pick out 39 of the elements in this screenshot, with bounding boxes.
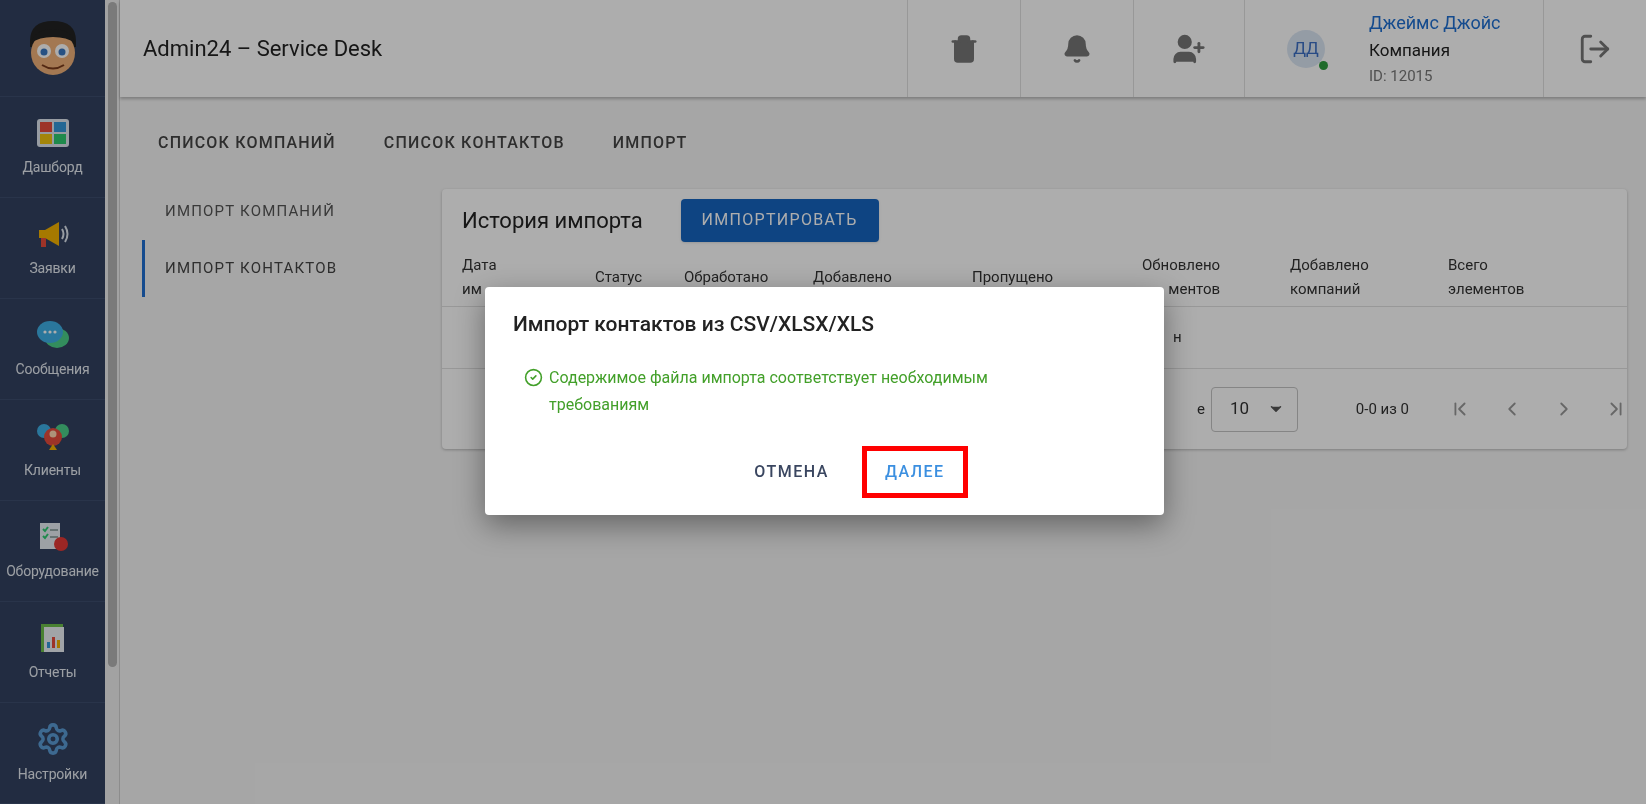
column-header: Добавлено bbox=[813, 266, 892, 288]
column-header: Статус bbox=[595, 266, 643, 288]
column-header: Добавлено bbox=[1290, 254, 1369, 276]
column-header: элементов bbox=[1448, 278, 1525, 300]
column-header: Обновлено bbox=[1142, 254, 1221, 276]
sidebar-item[interactable]: Дашборд bbox=[0, 97, 105, 198]
app-title: Admin24 – Service Desk bbox=[143, 35, 383, 63]
import-button[interactable]: ИМПОРТИРОВАТЬ bbox=[680, 198, 879, 242]
user-name[interactable]: Джеймс Джойс bbox=[1369, 9, 1501, 36]
table-cell-text: н bbox=[1173, 327, 1182, 349]
rows-per-page-label: е bbox=[1197, 398, 1205, 420]
card-title: История импорта bbox=[462, 206, 643, 235]
side-tab[interactable]: ИМПОРТ КОМПАНИЙ bbox=[142, 183, 442, 240]
column-header: Дата bbox=[462, 254, 497, 276]
dashboard-icon bbox=[34, 116, 71, 149]
success-check-icon bbox=[524, 367, 543, 387]
pagination-range: 0-0 из 0 bbox=[1355, 398, 1409, 420]
column-header: ментов bbox=[1168, 278, 1221, 300]
column-header: им bbox=[462, 278, 482, 300]
column-header: Обработано bbox=[684, 266, 769, 288]
cancel-button[interactable]: ОТМЕНА bbox=[731, 445, 852, 498]
gear-icon bbox=[35, 721, 70, 756]
dialog-title: Импорт контактов из CSV/XLSX/XLS bbox=[513, 311, 875, 338]
chat-bubbles-icon bbox=[34, 318, 71, 351]
trash-icon[interactable] bbox=[949, 33, 979, 64]
column-header: компаний bbox=[1290, 278, 1361, 300]
next-button[interactable]: ДАЛЕЕ bbox=[861, 445, 968, 498]
bell-icon[interactable] bbox=[1062, 33, 1092, 64]
column-header: Всего bbox=[1448, 254, 1488, 276]
user-avatar[interactable]: ДД bbox=[1287, 29, 1325, 68]
tab[interactable]: ИМПОРТ bbox=[612, 131, 688, 155]
column-header: Пропущено bbox=[972, 266, 1054, 288]
validation-message: Содержимое файла импорта соответствует необходимым требованиям bbox=[549, 366, 989, 416]
scrollbar[interactable] bbox=[105, 0, 120, 804]
rows-per-page-select[interactable]: 10 bbox=[1210, 386, 1298, 432]
company-name: Компания bbox=[1369, 38, 1451, 62]
user-id: ID: 12015 bbox=[1369, 65, 1434, 87]
tab[interactable]: СПИСОК КОМПАНИЙ bbox=[158, 131, 336, 155]
tab[interactable]: СПИСОК КОНТАКТОВ bbox=[383, 131, 565, 155]
